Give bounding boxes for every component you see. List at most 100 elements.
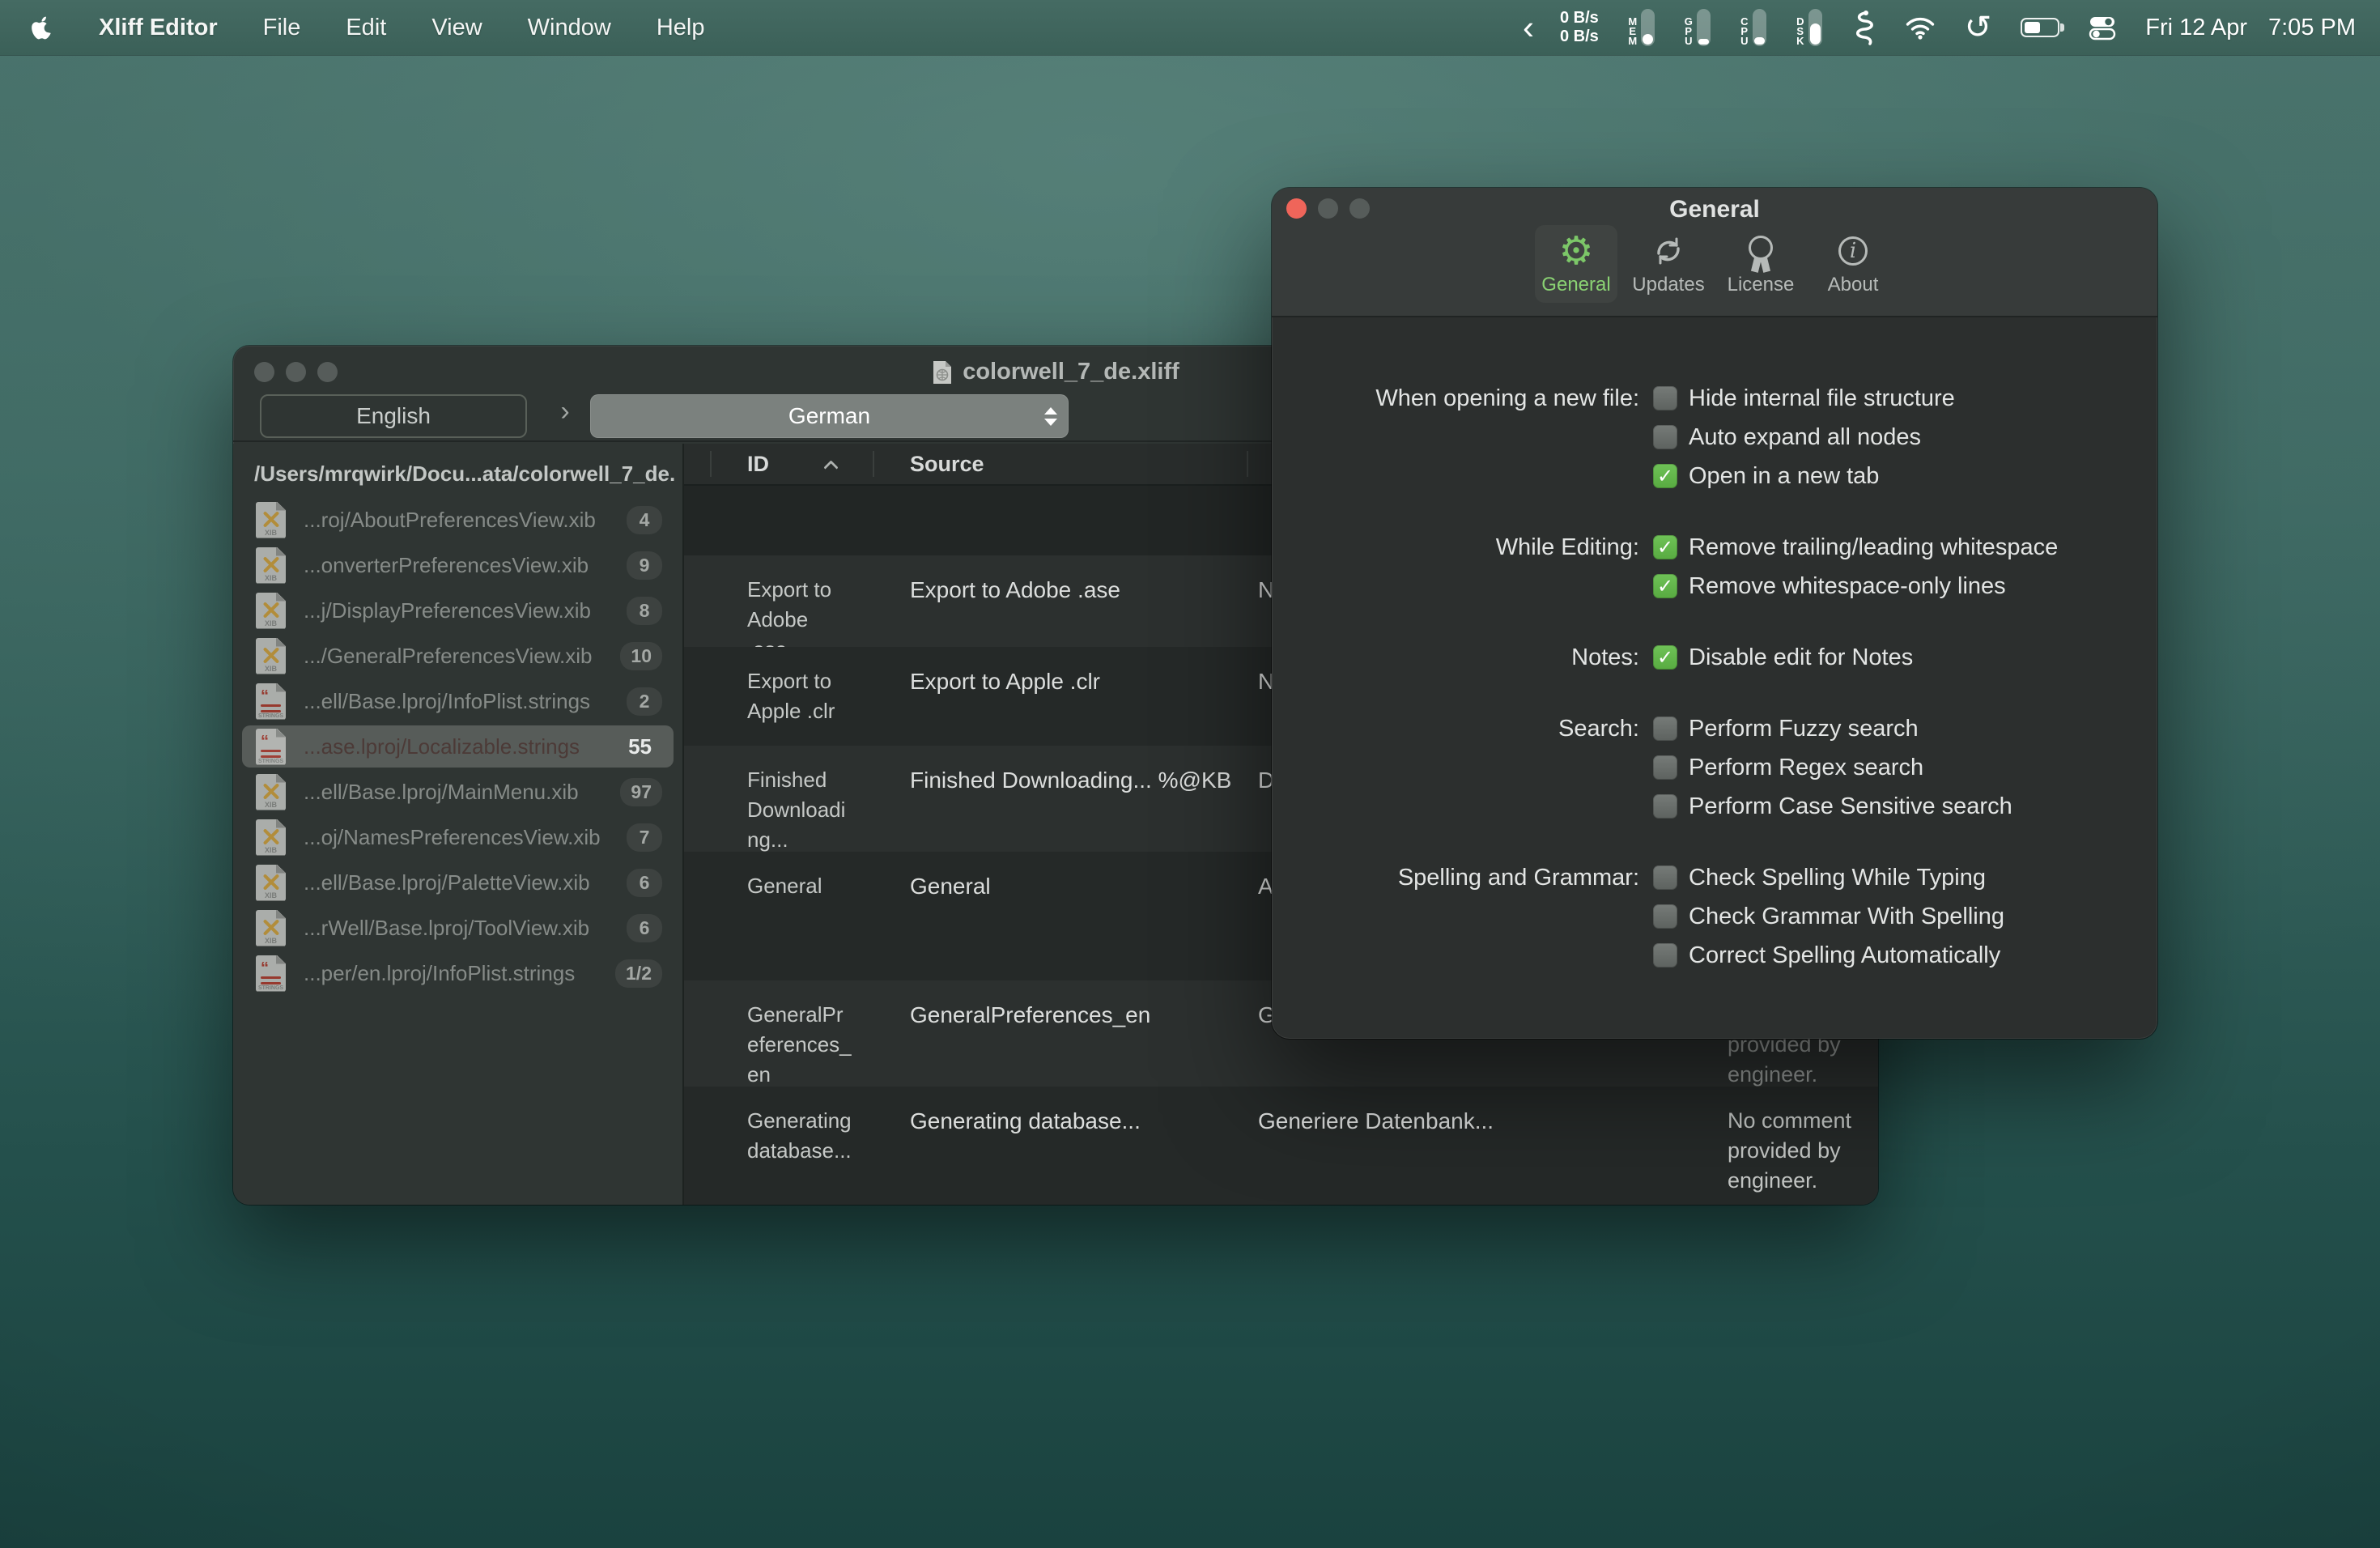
group-label: Search: bbox=[1272, 709, 1639, 748]
menu-window[interactable]: Window bbox=[528, 15, 611, 41]
wifi-icon[interactable] bbox=[1905, 15, 1936, 40]
option-check-spelling-while-typing[interactable]: Check Spelling While Typing bbox=[1653, 858, 2004, 897]
gpu-gauge-widget[interactable]: GPU bbox=[1684, 9, 1711, 46]
option-correct-spelling-automatically[interactable]: Correct Spelling Automatically bbox=[1653, 936, 2004, 975]
sidebar-item[interactable]: ...ell/Base.lproj/PaletteView.xib 6 bbox=[242, 861, 674, 904]
item-count-badge: 1/2 bbox=[615, 959, 662, 988]
tab-label: License bbox=[1728, 274, 1795, 296]
option-check-grammar-with-spelling[interactable]: Check Grammar With Spelling bbox=[1653, 897, 2004, 936]
sidebar-item[interactable]: ...rWell/Base.lproj/ToolView.xib 6 bbox=[242, 907, 674, 949]
xib-file-icon bbox=[256, 502, 286, 538]
menu-view[interactable]: View bbox=[431, 15, 482, 41]
group-label: Spelling and Grammar: bbox=[1272, 858, 1639, 897]
mem-gauge-bar bbox=[1641, 9, 1655, 46]
menu-file[interactable]: File bbox=[263, 15, 301, 41]
xib-file-icon bbox=[256, 774, 286, 810]
file-sidebar: /Users/mrqwirk/Docu...ata/colorwell_7_de… bbox=[233, 444, 684, 1205]
option-remove-whitespace-only-lines[interactable]: Remove whitespace-only lines bbox=[1653, 567, 2058, 606]
tab-label: Updates bbox=[1632, 274, 1704, 296]
status-collapse-chevron-icon[interactable]: ‹ bbox=[1523, 11, 1534, 45]
option-label: Perform Case Sensitive search bbox=[1689, 793, 2012, 820]
sidebar-item-label: ...ell/Base.lproj/MainMenu.xib bbox=[304, 780, 620, 805]
item-count-badge: 9 bbox=[627, 551, 662, 580]
sidebar-item[interactable]: ...ell/Base.lproj/MainMenu.xib 97 bbox=[242, 771, 674, 813]
cpu-gauge-label: CPU bbox=[1740, 17, 1749, 46]
checkbox[interactable] bbox=[1653, 794, 1677, 819]
apple-menu-icon[interactable] bbox=[31, 15, 53, 41]
menu-edit[interactable]: Edit bbox=[346, 15, 386, 41]
table-row[interactable]: Generating database... Generating databa… bbox=[684, 1087, 1878, 1205]
xib-file-icon bbox=[256, 593, 286, 629]
option-label: Remove trailing/leading whitespace bbox=[1689, 534, 2058, 561]
sidebar-item[interactable]: ...onverterPreferencesView.xib 9 bbox=[242, 544, 674, 586]
tab-updates[interactable]: Updates bbox=[1627, 225, 1710, 303]
menu-help[interactable]: Help bbox=[657, 15, 705, 41]
checkbox[interactable] bbox=[1653, 535, 1677, 559]
battery-icon[interactable] bbox=[2021, 18, 2059, 37]
column-header-id[interactable]: ID bbox=[710, 444, 873, 484]
checkbox[interactable] bbox=[1653, 943, 1677, 968]
sidebar-item[interactable]: ...roj/AboutPreferencesView.xib 4 bbox=[242, 499, 674, 541]
option-perform-case-sensitive-search[interactable]: Perform Case Sensitive search bbox=[1653, 787, 2012, 826]
tab-about[interactable]: i About bbox=[1812, 225, 1894, 303]
item-count-badge: 10 bbox=[620, 642, 662, 670]
option-label: Check Spelling While Typing bbox=[1689, 865, 1986, 891]
option-auto-expand-all-nodes[interactable]: Auto expand all nodes bbox=[1653, 418, 1955, 457]
checkbox[interactable] bbox=[1653, 755, 1677, 780]
mem-gauge-widget[interactable]: MEM bbox=[1628, 9, 1655, 46]
info-icon: i bbox=[1838, 230, 1868, 272]
checkbox[interactable] bbox=[1653, 574, 1677, 598]
sidebar-item-selected[interactable]: “ ...ase.lproj/Localizable.strings 55 bbox=[242, 725, 674, 768]
strings-file-icon: “ bbox=[256, 729, 286, 765]
menu-bar-clock[interactable]: Fri 12 Apr 7:05 PM bbox=[2145, 15, 2356, 41]
cell-source: Generating database... bbox=[873, 1087, 1247, 1205]
option-label: Remove whitespace-only lines bbox=[1689, 573, 2006, 600]
option-open-in-a-new-tab[interactable]: Open in a new tab bbox=[1653, 457, 1955, 495]
sidebar-item[interactable]: “ ...per/en.lproj/InfoPlist.strings 1/2 bbox=[242, 952, 674, 994]
cell-source: GeneralPreferences_en bbox=[873, 980, 1247, 1090]
checkbox[interactable] bbox=[1653, 425, 1677, 449]
tab-license[interactable]: License bbox=[1719, 225, 1802, 303]
app-menu[interactable]: Xliff Editor bbox=[99, 15, 218, 41]
checkbox[interactable] bbox=[1653, 904, 1677, 929]
dsk-gauge-widget[interactable]: DSK bbox=[1796, 9, 1822, 46]
preferences-title: General bbox=[1272, 196, 2157, 223]
strings-file-icon: “ bbox=[256, 683, 286, 720]
option-remove-trailing-leading-whitespace[interactable]: Remove trailing/leading whitespace bbox=[1653, 528, 2058, 567]
checkbox[interactable] bbox=[1653, 464, 1677, 488]
option-label: Correct Spelling Automatically bbox=[1689, 942, 2000, 969]
option-label: Hide internal file structure bbox=[1689, 385, 1955, 412]
xib-file-icon bbox=[256, 547, 286, 584]
option-disable-edit-for-notes[interactable]: Disable edit for Notes bbox=[1653, 638, 1913, 677]
option-label: Disable edit for Notes bbox=[1689, 644, 1913, 671]
checkbox[interactable] bbox=[1653, 645, 1677, 670]
checkbox[interactable] bbox=[1653, 865, 1677, 890]
option-hide-internal-file-structure[interactable]: Hide internal file structure bbox=[1653, 379, 1955, 418]
tab-general[interactable]: ⚙ General bbox=[1535, 225, 1617, 303]
time-machine-icon[interactable]: ↺ bbox=[1965, 11, 1992, 44]
sidebar-item[interactable]: “ ...ell/Base.lproj/InfoPlist.strings 2 bbox=[242, 680, 674, 722]
group-opening-file: When opening a new file: Hide internal f… bbox=[1272, 379, 2157, 495]
cell-target: Generiere Datenbank... bbox=[1247, 1087, 1715, 1205]
sidebar-item[interactable]: .../GeneralPreferencesView.xib 10 bbox=[242, 635, 674, 677]
item-count-badge: 7 bbox=[627, 823, 662, 852]
option-perform-regex-search[interactable]: Perform Regex search bbox=[1653, 748, 2012, 787]
control-center-icon[interactable] bbox=[2089, 14, 2116, 41]
source-language-button[interactable]: English bbox=[260, 394, 527, 438]
clock-time: 7:05 PM bbox=[2268, 15, 2356, 41]
group-label: Notes: bbox=[1272, 638, 1639, 677]
sidebar-item[interactable]: ...oj/NamesPreferencesView.xib 7 bbox=[242, 816, 674, 858]
checkbox[interactable] bbox=[1653, 386, 1677, 410]
snake-status-icon[interactable] bbox=[1851, 9, 1876, 46]
net-down-label: 0 B/s bbox=[1560, 28, 1599, 46]
cpu-gauge-widget[interactable]: CPU bbox=[1740, 9, 1766, 46]
sidebar-item-label: ...ell/Base.lproj/PaletteView.xib bbox=[304, 870, 627, 895]
checkbox[interactable] bbox=[1653, 717, 1677, 741]
sidebar-item[interactable]: ...j/DisplayPreferencesView.xib 8 bbox=[242, 589, 674, 632]
target-language-select[interactable]: German bbox=[590, 394, 1069, 438]
option-label: Auto expand all nodes bbox=[1689, 424, 1921, 451]
column-header-source[interactable]: Source bbox=[873, 444, 1247, 484]
network-speed-widget[interactable]: 0 B/s 0 B/s bbox=[1560, 9, 1599, 46]
option-perform-fuzzy-search[interactable]: Perform Fuzzy search bbox=[1653, 709, 2012, 748]
dsk-gauge-bar bbox=[1808, 9, 1822, 46]
